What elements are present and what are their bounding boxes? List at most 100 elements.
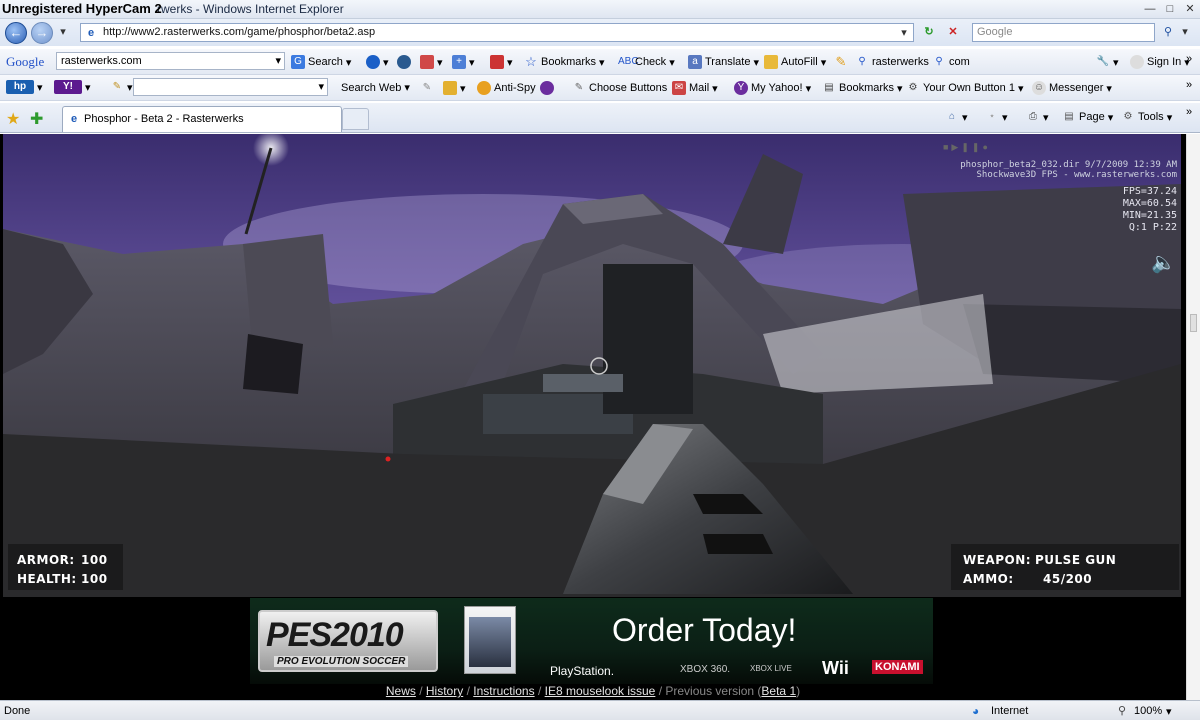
new-tab-button[interactable] bbox=[342, 108, 369, 130]
yahoo-logo-icon: Y! bbox=[54, 80, 82, 94]
command-overflow-icon[interactable]: » bbox=[1186, 106, 1192, 118]
ie8-mouselook-link[interactable]: IE8 mouselook issue bbox=[545, 684, 656, 698]
autofill-icon bbox=[764, 55, 778, 69]
add-favorites-icon[interactable]: ✚ bbox=[30, 109, 43, 129]
print-button[interactable]: ⎙ ▾ bbox=[1026, 110, 1049, 124]
choose-buttons-button[interactable]: ✎ Choose Buttons bbox=[572, 81, 667, 95]
maximize-button[interactable]: □ bbox=[1160, 1, 1180, 17]
your-own-button[interactable]: ⚙ Your Own Button 1 ▾ bbox=[906, 81, 1024, 95]
scrollbar-thumb[interactable] bbox=[1190, 314, 1197, 332]
google-search-button[interactable]: G Search ▾ bbox=[291, 55, 351, 69]
yahoo-dropdown-icon[interactable]: ▾ bbox=[318, 80, 324, 93]
translate-button[interactable]: a Translate ▾ bbox=[688, 55, 759, 69]
home-button[interactable]: ⌂ ▾ bbox=[945, 110, 968, 124]
yahoo-options-button[interactable]: ▾ bbox=[443, 81, 466, 95]
star-icon: ☆ bbox=[525, 54, 537, 69]
armor-label: ARMOR: bbox=[17, 553, 75, 567]
news-button[interactable]: ▾ bbox=[420, 55, 443, 69]
anti-spy-button[interactable]: Anti-Spy bbox=[477, 81, 536, 95]
pes-subtitle: PRO EVOLUTION SOCCER bbox=[274, 656, 409, 667]
search-placeholder: Google bbox=[977, 26, 1013, 38]
bookmarks-button[interactable]: ☆ Bookmarks ▾ bbox=[524, 54, 604, 69]
my-yahoo-button[interactable]: Y My Yahoo! ▾ bbox=[734, 81, 811, 95]
refresh-icon[interactable]: ↻ bbox=[922, 25, 936, 39]
speaker-icon[interactable]: 🔈 bbox=[1151, 250, 1176, 275]
rss-icon: ⋆ bbox=[988, 111, 996, 122]
toolbar-overflow-icon[interactable]: » bbox=[1186, 79, 1192, 91]
game-box-art bbox=[464, 606, 516, 674]
favorites-star-icon[interactable]: ★ bbox=[6, 109, 20, 129]
tools-menu-button[interactable]: ⚙ Tools ▾ bbox=[1121, 110, 1173, 124]
wrench-settings-button[interactable]: 🔧 ▾ bbox=[1096, 55, 1119, 69]
feeds-button[interactable]: ⋆ ▾ bbox=[985, 110, 1008, 124]
translate-icon: a bbox=[688, 55, 702, 69]
search-icon[interactable]: ⚲ bbox=[1161, 25, 1175, 39]
search-input[interactable]: Google bbox=[972, 23, 1155, 42]
search-web-button[interactable]: Search Web ▾ bbox=[341, 81, 410, 95]
address-url: http://www2.rasterwerks.com/game/phospho… bbox=[103, 26, 376, 38]
yahoo-search-field[interactable]: ▾ bbox=[133, 78, 328, 96]
search-options-icon[interactable]: ▾ bbox=[1178, 25, 1192, 39]
yahoo-bookmarks-button[interactable]: ▤ Bookmarks ▾ bbox=[822, 81, 902, 95]
window-title: rwerks - Windows Internet Explorer bbox=[157, 2, 344, 16]
google-dropdown-icon[interactable]: ▾ bbox=[275, 54, 281, 67]
google-toolbar: Google rasterwerks.com ▾ G Search ▾ ▾ ▾ +… bbox=[0, 49, 1200, 75]
minimize-button[interactable]: — bbox=[1140, 1, 1160, 17]
recent-pages-dropdown-icon[interactable]: ▾ bbox=[56, 25, 70, 39]
game-viewport[interactable]: 🔈 ■▶❚❚● phosphor_beta2_032.dir 9/7/2009 … bbox=[3, 134, 1181, 597]
order-today-text: Order Today! bbox=[612, 612, 797, 648]
history-link[interactable]: History bbox=[426, 684, 463, 698]
footer-links: News / History / Instructions / IE8 mous… bbox=[0, 684, 1186, 700]
messenger-button[interactable]: ☺ Messenger ▾ bbox=[1032, 81, 1112, 95]
toolbar-overflow-icon[interactable]: » bbox=[1186, 53, 1192, 65]
close-window-button[interactable]: ✕ bbox=[1180, 1, 1200, 17]
yahoo-pencil-button[interactable]: ✎ ▾ bbox=[110, 80, 133, 94]
my-yahoo-icon: Y bbox=[734, 81, 748, 95]
search-term-rasterwerks[interactable]: ⚲ rasterwerks bbox=[855, 55, 929, 69]
forward-button[interactable]: → bbox=[31, 22, 53, 44]
engine-info: phosphor_beta2_032.dir 9/7/2009 12:39 AM… bbox=[960, 160, 1177, 180]
globe-icon bbox=[366, 55, 380, 69]
page-menu-button[interactable]: ▤ Page ▾ bbox=[1062, 110, 1113, 124]
xbox360-logo: XBOX 360. bbox=[680, 664, 731, 675]
instructions-link[interactable]: Instructions bbox=[473, 684, 534, 698]
plus-button[interactable]: + ▾ bbox=[452, 55, 475, 69]
ie-page-icon: e bbox=[87, 27, 95, 39]
google-g-icon: G bbox=[291, 55, 305, 69]
zoom-level[interactable]: 100% bbox=[1134, 705, 1162, 717]
tab-phosphor[interactable]: e Phosphor - Beta 2 - Rasterwerks bbox=[62, 106, 342, 132]
address-row: ← → ▾ e http://www2.rasterwerks.com/game… bbox=[0, 19, 1200, 46]
back-button[interactable]: ← bbox=[5, 22, 27, 44]
address-bar[interactable]: e http://www2.rasterwerks.com/game/phosp… bbox=[80, 23, 914, 42]
zoom-icon[interactable]: ⚲ bbox=[1118, 704, 1126, 717]
pes2010-ad-banner[interactable]: PES2010 PRO EVOLUTION SOCCER Order Today… bbox=[250, 598, 933, 684]
mail-button[interactable]: ✉ Mail ▾ bbox=[672, 81, 718, 95]
yahoo-radio-button[interactable] bbox=[540, 81, 554, 95]
previous-version-prefix: Previous version ( bbox=[665, 684, 762, 698]
spellcheck-button[interactable]: ABC Check ▾ bbox=[618, 55, 675, 69]
yahoo-logo[interactable]: Y! ▾ bbox=[54, 80, 91, 94]
gear-icon: ⚙ bbox=[1123, 111, 1133, 122]
vertical-scrollbar[interactable] bbox=[1186, 134, 1200, 700]
news-link[interactable]: News bbox=[386, 684, 416, 698]
send-to-button[interactable]: ✎ bbox=[834, 55, 848, 69]
highlighter-icon: ✎ bbox=[422, 82, 432, 93]
search-term-com[interactable]: ⚲ com bbox=[932, 55, 969, 69]
hp-logo[interactable]: hp ▾ bbox=[6, 80, 43, 94]
autofill-button[interactable]: AutoFill ▾ bbox=[764, 55, 826, 69]
popup-blocker-button[interactable] bbox=[397, 55, 411, 69]
yahoo-highlight-button[interactable]: ✎ bbox=[420, 81, 434, 95]
zoom-dropdown-icon[interactable]: ▾ bbox=[1166, 705, 1172, 718]
stop-icon[interactable]: ✕ bbox=[946, 25, 960, 39]
google-search-field[interactable]: rasterwerks.com ▾ bbox=[56, 52, 285, 70]
page-content: 🔈 ■▶❚❚● phosphor_beta2_032.dir 9/7/2009 … bbox=[0, 134, 1186, 700]
sign-in-button[interactable]: Sign In ▾ bbox=[1130, 55, 1190, 69]
address-dropdown-icon[interactable]: ▾ bbox=[897, 26, 911, 40]
previous-version-suffix: ) bbox=[796, 684, 801, 698]
beta1-link[interactable]: Beta 1 bbox=[761, 684, 796, 698]
page-icon: ▤ bbox=[1064, 111, 1074, 122]
highlight-button[interactable]: ▾ bbox=[490, 55, 513, 69]
fps-value: FPS=37.24 bbox=[1122, 186, 1177, 197]
google-options-button[interactable]: ▾ bbox=[366, 55, 389, 69]
yahoo-toolbar: hp ▾ Y! ▾ ✎ ▾ ▾ Search Web ▾ ✎ ▾ Anti-Spy ✎… bbox=[0, 75, 1200, 101]
